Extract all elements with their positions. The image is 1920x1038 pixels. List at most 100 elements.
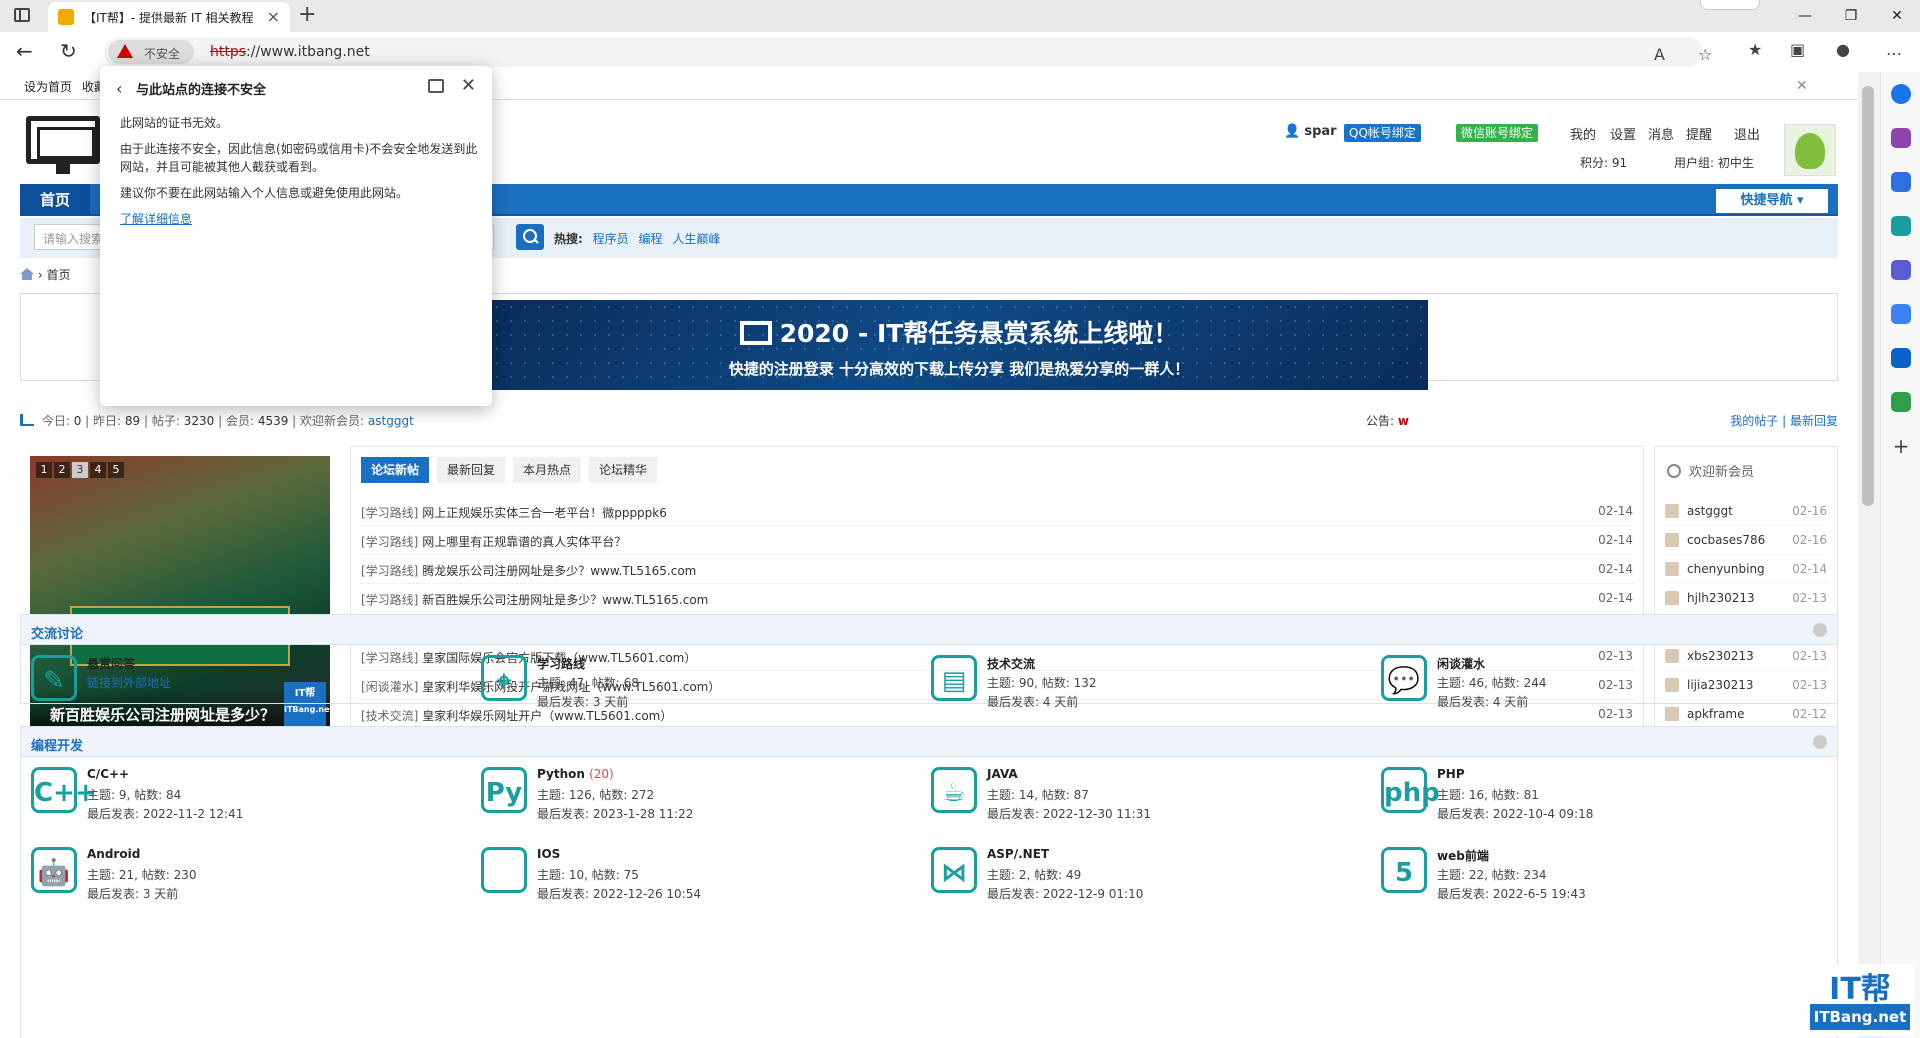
read-aloud-icon[interactable]: A xyxy=(1654,45,1665,64)
forum-name[interactable]: 学习路线 xyxy=(537,655,585,672)
close-tab-icon[interactable]: × xyxy=(267,7,280,26)
profile-pill[interactable] xyxy=(1700,0,1760,10)
forum-name-text[interactable]: 学习路线 xyxy=(537,657,585,671)
pin-icon[interactable] xyxy=(428,79,444,93)
forum-name[interactable]: 悬赏问答 xyxy=(87,655,135,672)
learn-more-link[interactable]: 了解详细信息 xyxy=(120,212,192,226)
forum-item[interactable]: Py Python (20) 主题: 126, 帖数: 272 最后发表: 2023-… xyxy=(481,763,921,827)
python-icon[interactable]: Py xyxy=(481,767,527,813)
member-name[interactable]: cocbases786 xyxy=(1687,533,1765,547)
breadcrumb-home[interactable]: 首页 xyxy=(46,268,70,282)
slide-page[interactable]: 4 xyxy=(90,462,106,478)
user-points[interactable]: 积分: 91 xyxy=(1580,154,1627,171)
html5-icon[interactable]: 5 xyxy=(1381,847,1427,893)
thread-title[interactable]: [学习路线] 新百胜娱乐公司注册网址是多少？www.TL5165.com xyxy=(361,591,708,608)
forum-name[interactable]: 闲谈灌水 xyxy=(1437,655,1485,672)
promo-banner[interactable]: 2020 - IT帮任务悬赏系统上线啦！ 快捷的注册登录 十分高效的下载上传分享… xyxy=(490,300,1428,390)
wechat-bind-button[interactable]: 微信账号绑定 xyxy=(1456,124,1539,142)
microsoft365-icon[interactable] xyxy=(1891,304,1911,324)
add-sidebar-icon[interactable]: + xyxy=(1891,436,1911,456)
user-link-settings[interactable]: 设置 xyxy=(1610,124,1636,143)
document-icon[interactable]: ▤ xyxy=(931,655,977,701)
section-title[interactable]: 编程开发 xyxy=(31,735,83,754)
close-icon[interactable]: ✕ xyxy=(461,75,476,96)
forum-name-text[interactable]: web前端 xyxy=(1437,849,1489,863)
tab-actions-icon[interactable] xyxy=(14,8,30,22)
member-name[interactable]: chenyunbing xyxy=(1687,562,1765,576)
url-field[interactable]: 不安全 https://www.itbang.net A ☆ xyxy=(104,37,1712,67)
forum-item[interactable]: ⌖ 学习路线 主题: 47, 帖数: 68 最后发表: 3 天前 xyxy=(481,651,921,715)
minimize-icon[interactable]: — xyxy=(1782,0,1828,32)
thread-category[interactable]: [学习路线] xyxy=(361,506,418,520)
my-posts-link[interactable]: 我的帖子 xyxy=(1730,414,1778,428)
profile-avatar-icon[interactable]: ● xyxy=(1836,40,1850,59)
forum-item[interactable]: C++ C/C++ 主题: 9, 帖数: 84 最后发表: 2022-11-2 12… xyxy=(31,763,471,827)
forum-name[interactable]: Python (20) xyxy=(537,767,614,781)
thread-row[interactable]: [学习路线] 腾龙娱乐公司注册网址是多少？www.TL5165.com 02-14 xyxy=(361,555,1633,584)
slide-page-active[interactable]: 3 xyxy=(72,462,88,478)
outlook-icon[interactable] xyxy=(1891,348,1911,368)
tools-icon[interactable] xyxy=(1891,216,1911,236)
member-name[interactable]: hjlh230213 xyxy=(1687,591,1755,605)
thread-row[interactable]: [学习路线] 网上哪里有正规靠谱的真人实体平台？ 02-14 xyxy=(361,526,1633,555)
games-icon[interactable] xyxy=(1891,260,1911,280)
forum-name-text[interactable]: 悬赏问答 xyxy=(87,657,135,671)
forum-name-text[interactable]: 闲谈灌水 xyxy=(1437,657,1485,671)
forum-name[interactable]: IOS xyxy=(537,847,560,861)
forum-name[interactable]: C/C++ xyxy=(87,767,129,781)
user-group[interactable]: 用户组: 初中生 xyxy=(1674,154,1754,171)
thread-title-text[interactable]: 网上正规娱乐实体三合一老平台！微pppppk6 xyxy=(422,506,667,520)
java-icon[interactable]: ☕ xyxy=(931,767,977,813)
collapse-icon[interactable] xyxy=(1813,623,1827,637)
slide-page[interactable]: 1 xyxy=(36,462,52,478)
forum-name-text[interactable]: IOS xyxy=(537,847,560,861)
hot-link[interactable]: 程序员 xyxy=(593,232,629,246)
forum-item[interactable]: 💬 闲谈灌水 主题: 46, 帖数: 244 最后发表: 4 天前 xyxy=(1381,651,1821,715)
username[interactable]: 👤 spar xyxy=(1284,124,1337,139)
forum-name-text[interactable]: Python xyxy=(537,767,585,781)
thread-row[interactable]: [学习路线] 新百胜娱乐公司注册网址是多少？www.TL5165.com 02-1… xyxy=(361,584,1633,613)
forum-name[interactable]: web前端 xyxy=(1437,847,1489,864)
thread-title[interactable]: [学习路线] 网上正规娱乐实体三合一老平台！微pppppk6 xyxy=(361,504,667,521)
forum-item[interactable]: php PHP 主题: 16, 帖数: 81 最后发表: 2022-10-4 09:… xyxy=(1381,763,1821,827)
forum-name[interactable]: JAVA xyxy=(987,767,1018,781)
forum-name-text[interactable]: Android xyxy=(87,847,140,861)
member-row[interactable]: chenyunbing 02-14 xyxy=(1665,555,1827,584)
site-logo[interactable] xyxy=(26,116,100,174)
slide-page[interactable]: 5 xyxy=(108,462,124,478)
forum-item[interactable]: ▤ 技术交流 主题: 90, 帖数: 132 最后发表: 4 天前 xyxy=(931,651,1371,715)
apple-icon[interactable] xyxy=(481,847,527,893)
search-button[interactable] xyxy=(516,224,544,250)
forum-item[interactable]: IOS 主题: 10, 帖数: 75 最后发表: 2022-12-26 10:54 xyxy=(481,843,921,907)
thread-category[interactable]: [学习路线] xyxy=(361,564,418,578)
cpp-icon[interactable]: C++ xyxy=(31,767,97,813)
member-avatar[interactable] xyxy=(1665,504,1679,518)
edit-icon[interactable]: ✎ xyxy=(31,655,77,701)
slide-page[interactable]: 2 xyxy=(54,462,70,478)
forum-item[interactable]: 5 web前端 主题: 22, 帖数: 234 最后发表: 2022-6-5 19:… xyxy=(1381,843,1821,907)
tab-monthly-hot[interactable]: 本月热点 xyxy=(513,457,582,483)
page-scrollbar[interactable] xyxy=(1858,72,1880,1038)
thread-title-text[interactable]: 新百胜娱乐公司注册网址是多少？www.TL5165.com xyxy=(422,593,708,607)
member-name[interactable]: astgggt xyxy=(1687,504,1733,518)
php-icon[interactable]: php xyxy=(1381,767,1440,813)
member-avatar[interactable] xyxy=(1665,562,1679,576)
vs-icon[interactable]: ⋈ xyxy=(931,847,977,893)
favorites-icon[interactable]: ★ xyxy=(1748,40,1762,59)
thread-title-text[interactable]: 网上哪里有正规靠谱的真人实体平台？ xyxy=(422,535,626,549)
route-icon[interactable]: ⌖ xyxy=(481,655,527,701)
forum-name[interactable]: PHP xyxy=(1437,767,1465,781)
user-link-messages[interactable]: 消息 xyxy=(1648,124,1674,143)
thread-row[interactable]: [学习路线] 网上正规娱乐实体三合一老平台！微pppppk6 02-14 xyxy=(361,497,1633,526)
forum-stats-line[interactable]: 链接到外部地址 xyxy=(87,674,171,691)
avatar[interactable] xyxy=(1784,124,1836,176)
copilot-icon[interactable] xyxy=(1891,128,1911,148)
site-info-button[interactable]: 不安全 xyxy=(108,40,194,64)
refresh-icon[interactable]: ↻ xyxy=(60,39,77,63)
browser-tab[interactable]: 【IT帮】- 提供最新 IT 相关教程 × xyxy=(48,2,290,32)
forum-name[interactable]: Android xyxy=(87,847,140,861)
new-tab-icon[interactable]: + xyxy=(298,2,316,27)
section-title[interactable]: 交流讨论 xyxy=(31,623,83,642)
forum-name[interactable]: ASP/.NET xyxy=(987,847,1049,861)
search-icon[interactable] xyxy=(1891,84,1911,104)
